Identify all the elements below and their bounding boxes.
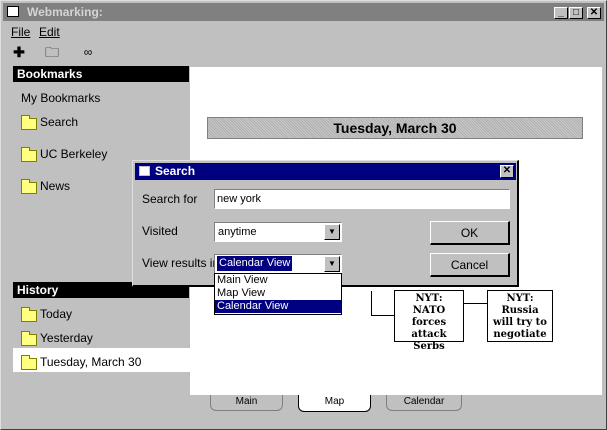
dialog-app-icon	[139, 166, 150, 176]
folder-icon	[21, 355, 37, 370]
dropdown-option-main-view[interactable]: Main View	[215, 274, 341, 287]
window-title: Webmarking:	[27, 5, 103, 19]
history-item-yesterday[interactable]: Yesterday	[40, 331, 93, 345]
history-item-tuesday[interactable]: Tuesday, March 30	[40, 355, 141, 369]
close-button[interactable]: ✕	[587, 7, 601, 19]
connector-line	[464, 303, 487, 304]
folder-icon	[21, 115, 37, 130]
sidebar-item-uc-berkeley[interactable]: UC Berkeley	[40, 147, 107, 161]
folder-icon	[21, 147, 37, 162]
sidebar-item-my-bookmarks[interactable]: My Bookmarks	[21, 91, 100, 105]
date-banner: Tuesday, March 30	[207, 117, 583, 139]
dropdown-option-calendar-view[interactable]: Calendar View	[215, 300, 341, 313]
folder-icon	[21, 179, 37, 194]
tab-map[interactable]: Map	[298, 395, 371, 412]
tab-calendar[interactable]: Calendar	[386, 395, 462, 411]
menu-file[interactable]: File	[11, 25, 30, 39]
dialog-title-bar[interactable]: Search ✕	[135, 163, 516, 180]
app-icon	[7, 6, 19, 17]
add-icon[interactable]: ✚	[10, 43, 28, 61]
history-item-today[interactable]: Today	[40, 307, 72, 321]
visited-value: anytime	[218, 226, 257, 238]
cancel-button[interactable]: Cancel	[430, 253, 510, 277]
bookmarks-header: Bookmarks	[13, 66, 189, 82]
chevron-down-icon[interactable]: ▼	[324, 224, 340, 240]
view-results-value: Calendar View	[217, 256, 293, 271]
sidebar-item-search[interactable]: Search	[40, 115, 78, 129]
dialog-close-button[interactable]: ✕	[500, 165, 514, 178]
new-folder-icon[interactable]: 🗀	[43, 43, 61, 61]
connector-line	[371, 291, 372, 316]
view-results-label: View results in	[142, 256, 220, 270]
maximize-button[interactable]: □	[569, 7, 583, 19]
news-node[interactable]: NYT: Russia will try to negotiate	[487, 290, 553, 342]
menu-edit[interactable]: Edit	[39, 25, 60, 39]
binoculars-icon[interactable]: ∞	[79, 43, 97, 61]
folder-icon	[21, 331, 37, 346]
tab-main[interactable]: Main	[210, 395, 283, 411]
title-bar[interactable]: Webmarking: _ □ ✕	[3, 3, 604, 21]
news-node[interactable]: NYT: NATO forces attack Serbs	[394, 290, 464, 352]
dialog-title: Search	[155, 164, 196, 178]
chevron-down-icon[interactable]: ▼	[324, 256, 340, 272]
visited-select[interactable]: anytime ▼	[214, 222, 342, 242]
view-results-dropdown-list: Main View Map View Calendar View	[214, 273, 342, 315]
visited-label: Visited	[142, 224, 178, 238]
search-input[interactable]: new york	[214, 189, 510, 209]
folder-icon	[21, 307, 37, 322]
dropdown-option-map-view[interactable]: Map View	[215, 287, 341, 300]
view-results-select[interactable]: Calendar View ▼	[214, 254, 342, 274]
search-for-label: Search for	[142, 192, 198, 206]
sidebar-item-news[interactable]: News	[40, 179, 70, 193]
minimize-button[interactable]: _	[554, 7, 568, 19]
app-window: Webmarking: _ □ ✕ File Edit ✚ 🗀 ∞ Bookma…	[0, 0, 607, 430]
ok-button[interactable]: OK	[430, 221, 510, 245]
connector-line	[371, 315, 395, 316]
